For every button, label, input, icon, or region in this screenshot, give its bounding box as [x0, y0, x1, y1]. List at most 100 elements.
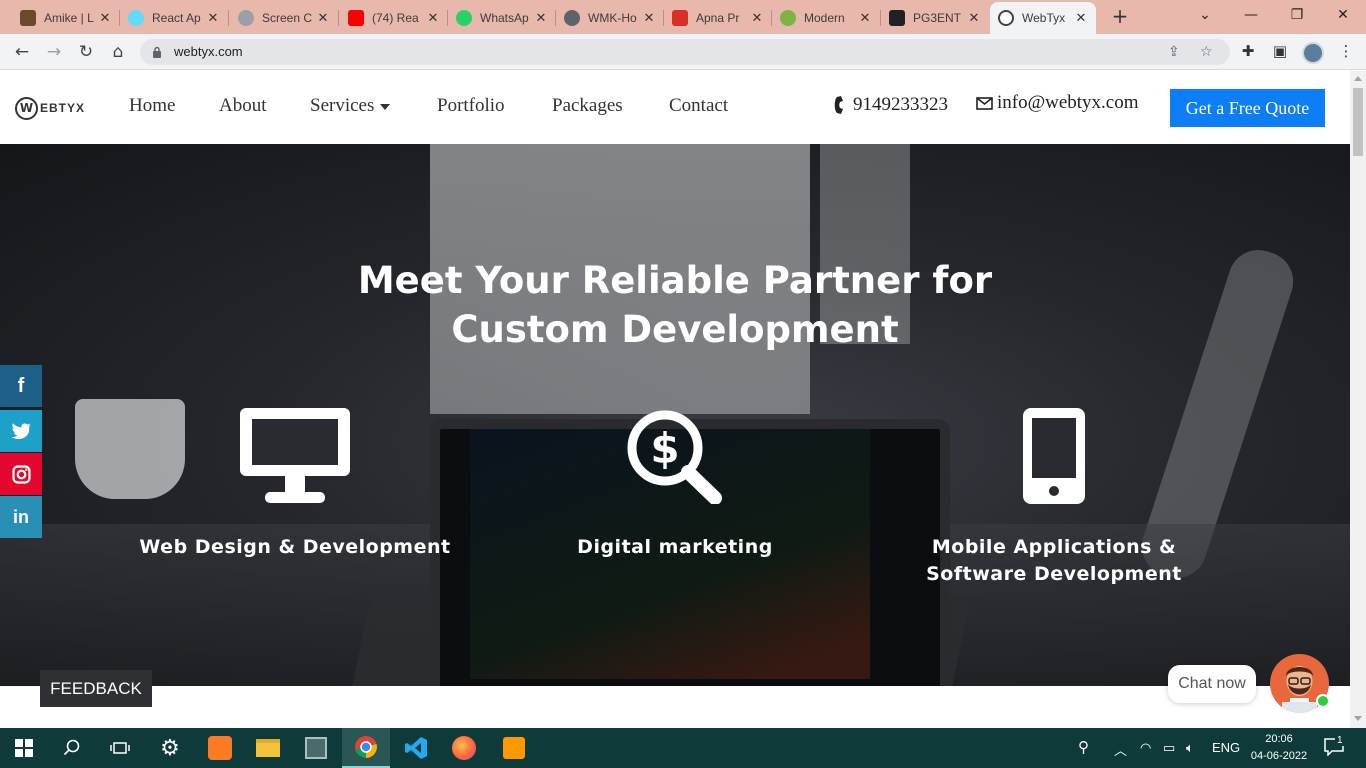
- linkedin-link[interactable]: in: [0, 496, 42, 538]
- tab-favicon-icon: [238, 10, 254, 26]
- tab-favicon-icon: [780, 10, 796, 26]
- browser-tab[interactable]: (74) Rea ✕: [340, 4, 448, 32]
- browser-toolbar: ← → ↻ ⌂ webtyx.com ⇪ ☆ ✚ ▣ ⋮: [0, 34, 1366, 70]
- tab-close-icon[interactable]: ✕: [534, 10, 548, 26]
- browser-tab[interactable]: PG3ENT ✕: [881, 4, 989, 32]
- back-arrow-icon[interactable]: ←: [10, 40, 34, 64]
- menu-kebab-icon[interactable]: ⋮: [1336, 42, 1356, 62]
- nav-packages[interactable]: Packages: [552, 95, 623, 117]
- taskbar-file-explorer-app[interactable]: [244, 728, 292, 768]
- xampp-icon: [208, 736, 232, 760]
- get-free-quote-button[interactable]: Get a Free Quote: [1170, 89, 1325, 127]
- show-hidden-icons-chevron-icon[interactable]: ︿: [1114, 740, 1127, 759]
- tab-close-icon[interactable]: ✕: [642, 10, 656, 26]
- nav-about[interactable]: About: [219, 95, 267, 117]
- service-label: Digital marketing: [577, 536, 773, 558]
- scroll-down-arrow-icon[interactable]: [1354, 716, 1362, 721]
- taskbar-search[interactable]: [48, 728, 96, 768]
- start-button[interactable]: [0, 728, 48, 768]
- tab-search-chevron-icon[interactable]: ⌄: [1182, 0, 1228, 30]
- action-center-button[interactable]: 1: [1324, 735, 1345, 759]
- tab-favicon-icon: [672, 10, 688, 26]
- scroll-up-arrow-icon[interactable]: [1354, 76, 1362, 81]
- nav-home[interactable]: Home: [129, 95, 175, 117]
- taskbar-vscode-app[interactable]: [392, 728, 440, 768]
- tab-close-icon[interactable]: ✕: [858, 10, 872, 26]
- share-icon[interactable]: ⇪: [1168, 44, 1180, 60]
- new-tab-button[interactable]: +: [1109, 6, 1131, 28]
- scrollbar-thumb[interactable]: [1353, 88, 1363, 156]
- page-scrollbar[interactable]: [1350, 71, 1366, 728]
- tab-close-icon[interactable]: ✕: [1074, 10, 1088, 26]
- side-panel-icon[interactable]: ▣: [1270, 42, 1290, 62]
- facebook-icon: f: [17, 374, 25, 397]
- mobile-phone-icon: [1023, 408, 1085, 504]
- tab-favicon-icon: [889, 10, 905, 26]
- task-view-button[interactable]: [96, 728, 144, 768]
- tab-label: React Ap: [152, 11, 201, 25]
- minimize-icon[interactable]: —: [1228, 0, 1274, 30]
- tab-close-icon[interactable]: ✕: [967, 10, 981, 26]
- browser-tab-active[interactable]: WebTyx ✕: [990, 2, 1096, 34]
- browser-tab[interactable]: Apna Pr ✕: [664, 4, 772, 32]
- service-web-design[interactable]: Web Design & Development: [130, 408, 460, 561]
- system-clock[interactable]: 20:06 04-06-2022: [1250, 731, 1308, 765]
- taskbar-settings-app[interactable]: ⚙: [146, 728, 194, 768]
- phone-number: 9149233323: [853, 94, 948, 115]
- profile-avatar[interactable]: [1302, 42, 1324, 64]
- twitter-icon: [11, 423, 31, 439]
- restore-icon[interactable]: ❐: [1274, 0, 1320, 30]
- tab-divider: [338, 10, 339, 26]
- store-bag-icon: [305, 737, 327, 759]
- address-bar[interactable]: webtyx.com ⇪ ☆: [140, 39, 1230, 65]
- language-indicator[interactable]: ENG: [1212, 740, 1240, 755]
- browser-tab[interactable]: Modern ✕: [772, 4, 880, 32]
- taskbar-sublime-app[interactable]: [490, 728, 538, 768]
- browser-tab[interactable]: WMK-Ho ✕: [556, 4, 664, 32]
- taskbar-xampp-app[interactable]: [196, 728, 244, 768]
- wifi-icon[interactable]: ◠: [1140, 740, 1151, 756]
- people-icon[interactable]: ⚲: [1078, 738, 1089, 756]
- feedback-button[interactable]: FEEDBACK: [40, 670, 152, 707]
- tab-close-icon[interactable]: ✕: [426, 10, 440, 26]
- tab-close-icon[interactable]: ✕: [316, 10, 330, 26]
- service-mobile-apps[interactable]: Mobile Applications & Software Developme…: [884, 408, 1224, 588]
- service-label: Web Design & Development: [139, 536, 451, 558]
- hero-title: Meet Your Reliable Partner for Custom De…: [357, 259, 993, 351]
- logo-mark: W: [15, 96, 38, 120]
- nav-services[interactable]: Services: [310, 95, 391, 117]
- site-logo[interactable]: W EBTYX: [15, 96, 85, 120]
- chat-now-bubble[interactable]: Chat now: [1168, 665, 1256, 703]
- nav-portfolio[interactable]: Portfolio: [437, 95, 505, 117]
- firefox-icon: [452, 736, 476, 760]
- browser-tab[interactable]: Amike | L ✕: [12, 4, 120, 32]
- bookmark-star-icon[interactable]: ☆: [1200, 44, 1213, 60]
- close-window-icon[interactable]: ✕: [1320, 0, 1366, 30]
- tab-close-icon[interactable]: ✕: [98, 10, 112, 26]
- twitter-link[interactable]: [0, 410, 42, 452]
- volume-icon[interactable]: 🔈︎: [1186, 740, 1194, 756]
- facebook-link[interactable]: f: [0, 365, 42, 407]
- battery-icon[interactable]: ▭: [1163, 740, 1175, 756]
- home-icon[interactable]: ⌂: [106, 40, 130, 64]
- service-digital-marketing[interactable]: $ Digital marketing: [560, 408, 790, 561]
- reload-icon[interactable]: ↻: [74, 40, 98, 64]
- site-header: W EBTYX Home About Services Portfolio Pa…: [0, 71, 1350, 144]
- tab-close-icon[interactable]: ✕: [206, 10, 220, 26]
- extensions-puzzle-icon[interactable]: ✚: [1238, 42, 1258, 62]
- browser-tab[interactable]: WhatsAp ✕: [448, 4, 556, 32]
- tab-label: WhatsAp: [480, 11, 529, 25]
- instagram-link[interactable]: [0, 453, 42, 495]
- folder-icon: [256, 739, 280, 757]
- taskbar-firefox-app[interactable]: [440, 728, 488, 768]
- browser-tab[interactable]: Screen C ✕: [230, 4, 338, 32]
- taskbar-store-app[interactable]: [292, 728, 340, 768]
- forward-arrow-icon[interactable]: →: [42, 40, 66, 64]
- nav-contact[interactable]: Contact: [669, 95, 728, 117]
- tab-close-icon[interactable]: ✕: [750, 10, 764, 26]
- browser-tab[interactable]: React Ap ✕: [120, 4, 228, 32]
- taskbar-chrome-app[interactable]: [342, 728, 390, 768]
- phone-contact[interactable]: 9149233323: [833, 94, 948, 116]
- logo-text: EBTYX: [40, 101, 86, 115]
- email-contact[interactable]: info@webtyx.com: [976, 92, 1139, 114]
